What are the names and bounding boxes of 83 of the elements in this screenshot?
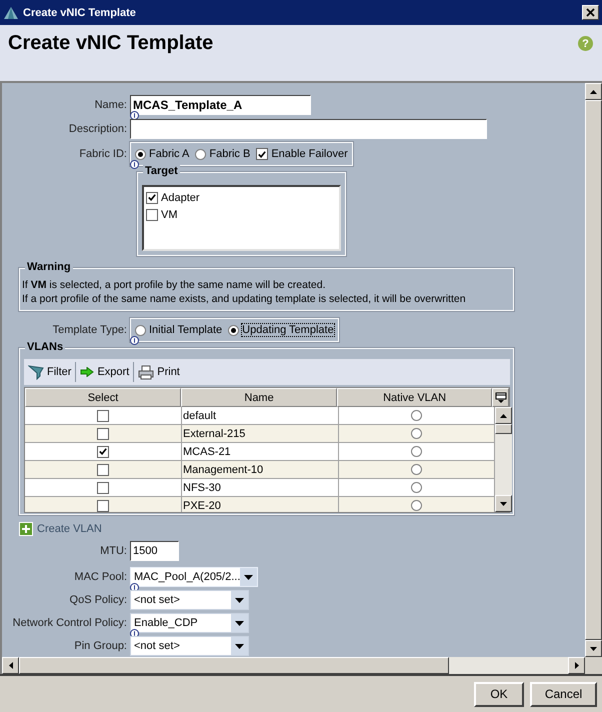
check-icon: [147, 192, 157, 203]
printer-icon: [138, 364, 154, 380]
field-label: MTU:: [99, 545, 128, 557]
field-label: Pin Group:: [73, 640, 128, 652]
up-arrow-icon: [590, 90, 597, 94]
policy-dropdown[interactable]: <not set>: [130, 636, 249, 656]
caret-icon: [235, 620, 244, 626]
dialog-button[interactable]: Cancel: [530, 682, 597, 706]
dialog-button[interactable]: OK: [474, 682, 524, 706]
select-checkbox[interactable]: [97, 446, 109, 458]
check-icon: [98, 446, 108, 457]
select-checkbox[interactable]: [97, 500, 109, 512]
vlan-name-cell: PXE-20: [182, 497, 339, 512]
native-vlan-radio[interactable]: [411, 482, 422, 493]
arrow-icon: [80, 367, 94, 377]
native-vlan-radio[interactable]: [411, 410, 422, 421]
select-checkbox[interactable]: [97, 482, 109, 494]
description-field[interactable]: [130, 119, 487, 139]
toolbar-button[interactable]: Print: [136, 361, 182, 383]
select-checkbox[interactable]: [97, 428, 109, 440]
select-checkbox[interactable]: [97, 410, 109, 422]
fabric-radio[interactable]: Fabric B: [195, 148, 250, 160]
horizontal-scrollbar[interactable]: [2, 657, 585, 674]
info-icon[interactable]: [130, 111, 139, 120]
down-arrow-icon: [500, 502, 507, 506]
group-title: Warning: [25, 261, 73, 273]
close-icon: [586, 8, 595, 17]
toolbar-button[interactable]: Filter: [26, 361, 74, 383]
scroll-thumb[interactable]: [19, 657, 449, 674]
left-arrow-icon: [8, 662, 12, 669]
vlan-name-cell: Management-10: [182, 461, 339, 479]
native-vlan-radio[interactable]: [411, 428, 422, 439]
down-arrow-icon: [590, 646, 597, 650]
field-label: QoS Policy:: [68, 594, 128, 606]
funnel-icon: [28, 364, 44, 380]
target-checkbox[interactable]: VM: [146, 206, 337, 223]
column-header[interactable]: Name: [181, 388, 338, 407]
check-icon: [257, 148, 268, 160]
field-label: Network Control Policy:: [12, 617, 128, 629]
select-checkbox[interactable]: [97, 464, 109, 476]
caret-icon: [244, 574, 254, 580]
create-vlan-link[interactable]: Create VLAN: [19, 521, 102, 537]
column-header[interactable]: Native VLAN: [337, 388, 492, 407]
table-scrollbar[interactable]: [495, 407, 512, 512]
template-type-radio[interactable]: Initial Template: [135, 324, 222, 336]
close-button[interactable]: [582, 5, 599, 20]
up-arrow-icon: [500, 414, 507, 418]
failover-checkbox[interactable]: Enable Failover: [256, 148, 348, 160]
caret-icon: [235, 598, 244, 602]
target-checkbox[interactable]: Adapter: [146, 189, 337, 206]
toolbar-button[interactable]: Export: [78, 361, 132, 383]
vlan-name-cell: External-215: [182, 425, 339, 443]
column-chooser-icon: [494, 392, 507, 404]
policy-dropdown[interactable]: Enable_CDP: [130, 613, 249, 633]
window-title: Create vNIC Template: [23, 6, 137, 18]
native-vlan-radio[interactable]: [411, 446, 422, 457]
column-header[interactable]: Select: [25, 388, 182, 407]
info-icon[interactable]: [130, 336, 139, 345]
caret-icon: [235, 644, 244, 648]
field-label: Name:: [94, 99, 128, 111]
plus-icon: [19, 522, 33, 536]
mtu-field[interactable]: 1500: [130, 541, 179, 561]
field-label: Description:: [68, 123, 128, 135]
fabric-radio[interactable]: Fabric A: [135, 148, 190, 160]
native-vlan-radio[interactable]: [411, 464, 422, 475]
field-label: Fabric ID:: [78, 148, 128, 160]
group-title: VLANs: [25, 341, 66, 353]
page-title: Create vNIC Template: [8, 31, 214, 56]
policy-dropdown[interactable]: <not set>: [130, 590, 249, 610]
policy-dropdown[interactable]: MAC_Pool_A(205/2...: [130, 567, 258, 587]
triangle-logo-icon: [4, 6, 18, 18]
template-type-radio[interactable]: Updating Template: [228, 324, 334, 336]
group-title: Target: [143, 165, 180, 177]
warning-text: If VM is selected, a port profile by the same name will be created.: [22, 278, 326, 292]
warning-text: If a port profile of the same name exists, and updating template is selected, it will be overwritten: [22, 292, 467, 306]
column-chooser-button[interactable]: [492, 388, 509, 407]
name-field[interactable]: MCAS_Template_A: [130, 95, 311, 115]
info-icon[interactable]: [130, 160, 139, 169]
right-arrow-icon: [574, 662, 578, 669]
scroll-thumb[interactable]: [495, 424, 512, 434]
field-label: MAC Pool:: [73, 571, 128, 583]
field-label: Template Type:: [52, 324, 128, 336]
native-vlan-radio[interactable]: [411, 500, 422, 511]
